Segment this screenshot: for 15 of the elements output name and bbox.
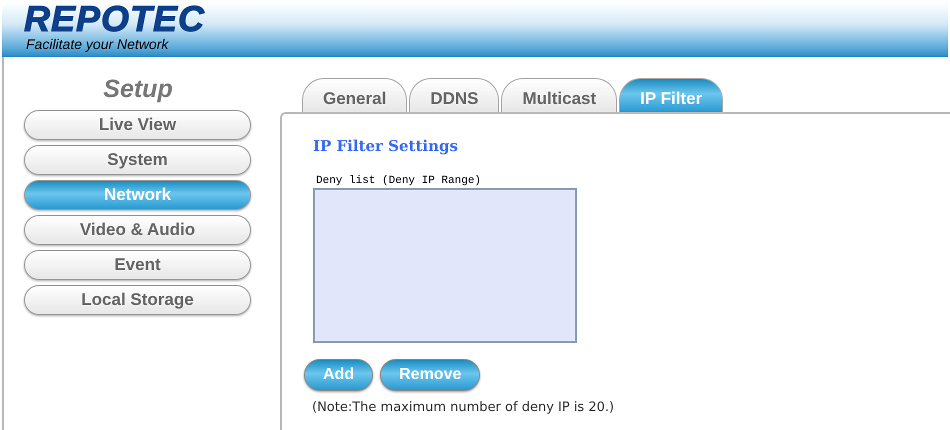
sidebar-item[interactable]: Event [24,250,251,280]
tab[interactable]: DDNS [409,78,500,112]
sidebar-item[interactable]: Video & Audio [24,215,251,245]
logo: REPOTEC [24,2,206,36]
tagline: Facilitate your Network [25,36,170,52]
panel-title: IP Filter Settings [313,136,458,156]
sidebar-item[interactable]: Live View [24,110,251,140]
sidebar-item[interactable]: System [24,145,251,175]
sidebar-title: Setup [102,74,174,104]
list-label: Deny list (Deny IP Range) [316,174,482,188]
note-text: (Note:The maximum number of deny IP is 20.) [312,399,614,417]
tab[interactable]: General [302,78,408,112]
tab[interactable]: Multicast [501,78,618,112]
deny-list[interactable] [313,188,577,343]
sidebar-item[interactable]: Local Storage [24,285,251,315]
